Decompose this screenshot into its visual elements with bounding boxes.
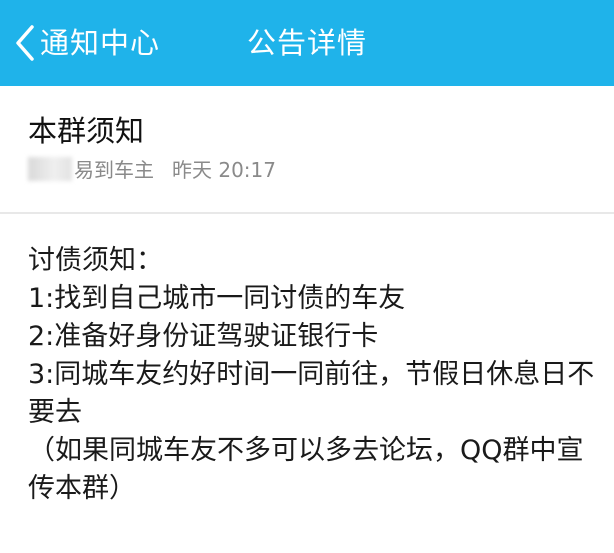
- notice-author: 易到车主: [74, 158, 154, 182]
- notice-time: 昨天 20:17: [172, 158, 276, 182]
- blurred-author-prefix: [28, 156, 72, 181]
- body-line: 2:准备好身份证驾驶证银行卡: [28, 321, 379, 352]
- notice-title: 本群须知: [28, 114, 145, 148]
- body-line: （如果同城车友不多可以多去论坛，QQ群中宣传本群）: [28, 435, 584, 504]
- top-navigation-bar: 通知中心 公告详情: [0, 0, 614, 86]
- body-line: 3:同城车友约好时间一同前往，节假日休息日不要去: [28, 359, 595, 428]
- body-line: 1:找到自己城市一同讨债的车友: [28, 283, 406, 314]
- back-label: 通知中心: [40, 26, 161, 60]
- notice-body: 讨债须知： 1:找到自己城市一同讨债的车友 2:准备好身份证驾驶证银行卡 3:同…: [28, 242, 598, 508]
- chevron-left-icon: [12, 23, 38, 63]
- body-line: 讨债须知：: [28, 245, 163, 276]
- notice-header: 本群须知 易到车主 昨天 20:17: [0, 86, 614, 214]
- notice-meta: 易到车主 昨天 20:17: [28, 154, 276, 183]
- back-button[interactable]: 通知中心: [12, 0, 160, 86]
